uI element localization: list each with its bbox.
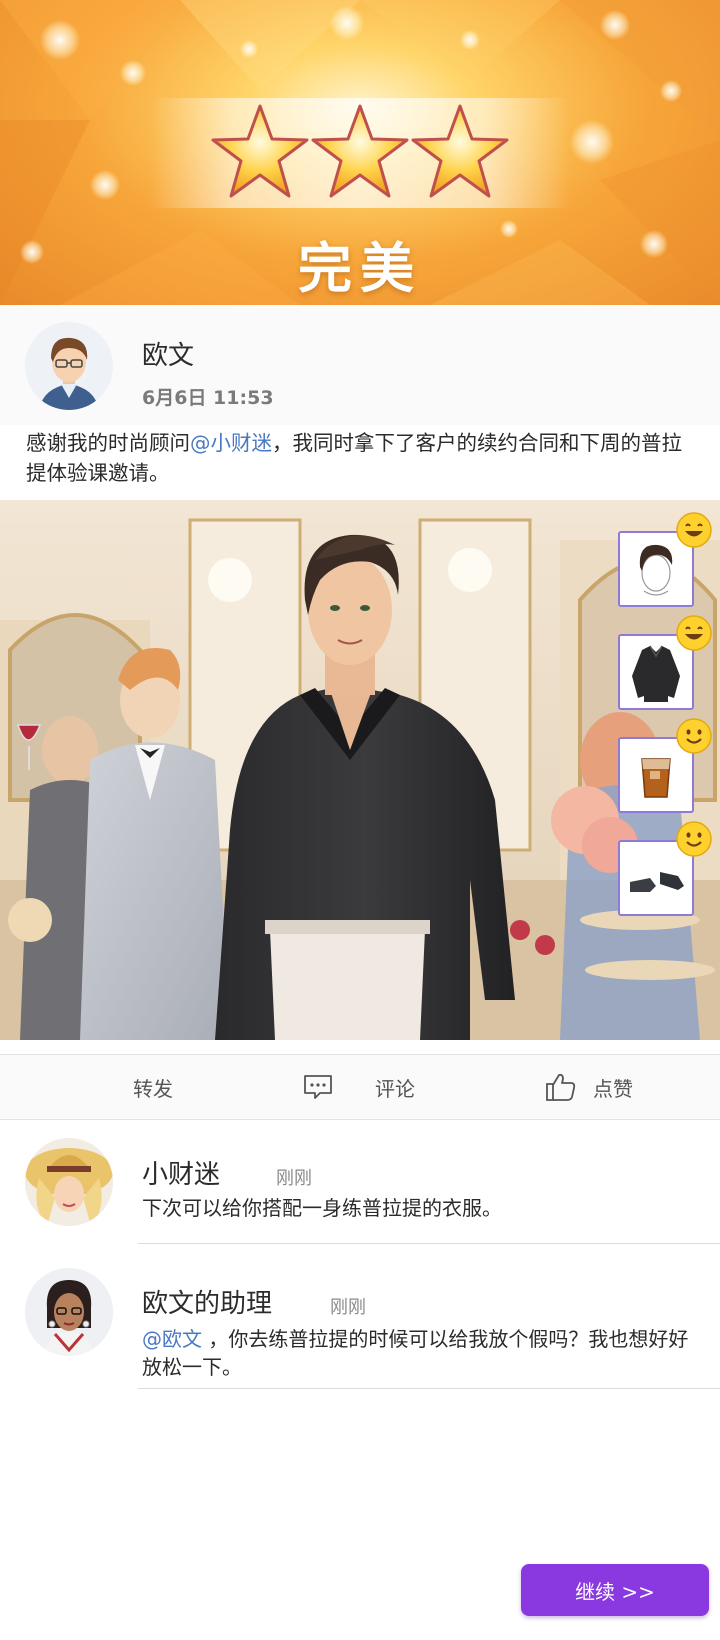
comment-button[interactable]: 评论	[303, 1055, 415, 1119]
star-icon	[311, 104, 409, 198]
share-label: 转发	[133, 1076, 173, 1101]
assistant-avatar-icon	[25, 1268, 113, 1356]
woman-sunhat-avatar-icon	[25, 1138, 113, 1226]
comment-time: 刚刚	[330, 1297, 366, 1318]
grin-emoji-icon	[676, 615, 712, 651]
comment-divider	[138, 1243, 720, 1244]
thumbs-up-icon	[546, 1073, 576, 1101]
comment-mention-link[interactable]: @欧文	[142, 1327, 202, 1351]
post-text-start: 感谢我的时尚顾问	[26, 431, 190, 455]
comment-divider	[138, 1388, 720, 1389]
result-banner: 完美	[0, 0, 720, 305]
like-button[interactable]: 点赞	[545, 1055, 633, 1119]
smile-emoji-icon	[676, 821, 712, 857]
star-icon	[411, 104, 509, 198]
commenter-avatar[interactable]	[25, 1138, 113, 1226]
smile-emoji-icon	[676, 718, 712, 754]
ballroom-scene-illustration	[0, 500, 720, 1040]
post-action-bar: 转发 评论 点赞	[0, 1054, 720, 1120]
post-photo[interactable]	[0, 500, 720, 1040]
comment-text: 下次可以给你搭配一身练普拉提的衣服。	[142, 1196, 502, 1220]
star-icon	[211, 104, 309, 198]
comment-text: @欧文 ，你去练普拉提的时候可以给我放个假吗？我也想好好放松一下。	[142, 1325, 707, 1381]
post-mention-link[interactable]: @小财迷	[190, 431, 272, 455]
comment-text-body: ，你去练普拉提的时候可以给我放个假吗？我也想好好放松一下。	[142, 1327, 689, 1379]
commenter-avatar[interactable]	[25, 1268, 113, 1356]
post-author-name[interactable]: 欧文	[142, 335, 194, 372]
man-with-glasses-avatar-icon	[25, 322, 113, 410]
commenter-name[interactable]: 欧文的助理	[142, 1283, 272, 1320]
share-button[interactable]: 转发	[133, 1055, 173, 1119]
comment-time: 刚刚	[276, 1168, 312, 1189]
commenter-name[interactable]: 小财迷	[142, 1154, 220, 1191]
author-avatar[interactable]	[25, 322, 113, 410]
like-label: 点赞	[593, 1076, 633, 1101]
comment-icon	[304, 1075, 332, 1099]
result-title: 完美	[298, 236, 422, 300]
continue-button[interactable]: 继续 >>	[521, 1564, 709, 1616]
post-body: 感谢我的时尚顾问@小财迷，我同时拿下了客户的续约合同和下周的普拉提体验课邀请。	[26, 428, 696, 488]
grin-emoji-icon	[676, 512, 712, 548]
comment-label: 评论	[375, 1076, 415, 1101]
post-timestamp: 6月6日 11:53	[142, 387, 274, 409]
